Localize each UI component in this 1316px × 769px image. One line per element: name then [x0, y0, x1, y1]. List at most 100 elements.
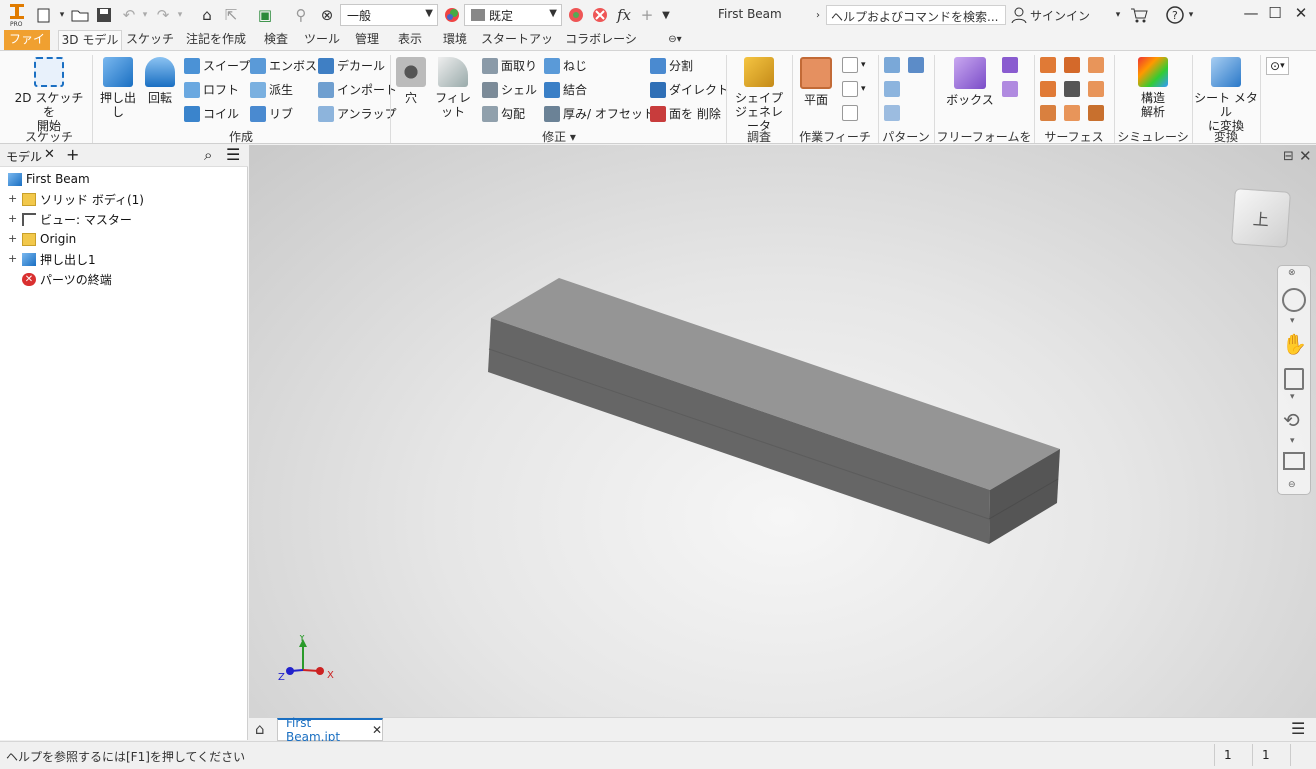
measure-icon[interactable]: ⚲: [290, 5, 312, 25]
tab-view[interactable]: 表示: [392, 30, 428, 50]
box-button[interactable]: ボックス: [944, 57, 996, 107]
select-mode-icon[interactable]: ⇱: [220, 5, 242, 25]
beam-model[interactable]: [249, 145, 1316, 717]
import-button[interactable]: インポート: [318, 81, 397, 98]
menu-icon[interactable]: ☰: [226, 145, 240, 164]
tab-inspect[interactable]: 検査: [258, 30, 294, 50]
tab-manage[interactable]: 管理: [348, 30, 386, 50]
combine-button[interactable]: 結合: [544, 81, 587, 98]
loft-button[interactable]: ロフト: [184, 81, 239, 98]
tree-item-extrusion1[interactable]: 押し出し1: [22, 250, 96, 268]
tab-3d-model[interactable]: 3D モデル: [58, 30, 122, 51]
shell-button[interactable]: シェル: [482, 81, 537, 98]
delete-face-button[interactable]: 面を 削除: [650, 105, 721, 122]
coil-button[interactable]: コイル: [184, 105, 239, 122]
revolve-button[interactable]: 回転: [142, 57, 178, 105]
chamfer-button[interactable]: 面取り: [482, 57, 537, 74]
viewport-layout-icon[interactable]: ⊟: [1283, 149, 1294, 164]
open-folder-icon[interactable]: [70, 5, 90, 25]
navbar-close-icon[interactable]: ⊗: [1288, 268, 1296, 278]
tab-get-started[interactable]: スタートアップ: [480, 30, 554, 65]
material-dropdown[interactable]: 一般 ▼: [340, 4, 438, 26]
repair-button[interactable]: [1040, 105, 1059, 121]
sign-in-button[interactable]: サインイン: [1030, 5, 1090, 25]
appearance-dropdown[interactable]: 既定 ▼: [464, 4, 562, 26]
rib-button[interactable]: リブ: [250, 105, 293, 122]
point-button[interactable]: ▾: [842, 81, 866, 97]
direct-edit-button[interactable]: ダイレクト: [650, 81, 729, 98]
close-button[interactable]: ✕: [1290, 4, 1312, 26]
update-icon[interactable]: ▣: [254, 5, 276, 25]
fillet-button[interactable]: フィレット: [430, 57, 476, 119]
tree-item-part[interactable]: First Beam: [8, 170, 90, 188]
undo-icon[interactable]: ↶: [118, 5, 140, 25]
graphics-viewport[interactable]: Y X Z ⊟ ✕ 上: [249, 145, 1316, 717]
user-icon[interactable]: [1010, 5, 1028, 25]
look-at-icon[interactable]: [1283, 452, 1305, 470]
tab-sketch[interactable]: スケッチ: [126, 30, 174, 50]
viewcube[interactable]: 上: [1231, 188, 1291, 248]
mirror-button[interactable]: [908, 57, 927, 73]
derive-button[interactable]: 派生: [250, 81, 293, 98]
stitch-button[interactable]: [1040, 57, 1059, 73]
rectangular-pattern-button[interactable]: [884, 57, 903, 73]
decal-button[interactable]: デカール: [318, 57, 385, 74]
tab-annotate[interactable]: 注記を作成: [182, 30, 250, 50]
sweep-button[interactable]: スイープ: [184, 57, 250, 74]
chevron-down-icon[interactable]: ▾: [175, 5, 185, 25]
fit-mesh-button[interactable]: [1064, 105, 1083, 121]
app-logo-icon[interactable]: PRO: [6, 4, 28, 27]
tab-tools[interactable]: ツール: [302, 30, 342, 50]
group-label-modify[interactable]: 修正 ▾: [394, 128, 724, 145]
split-button[interactable]: 分割: [650, 57, 693, 74]
viewport-close-icon[interactable]: ✕: [1299, 147, 1312, 165]
stress-analysis-button[interactable]: 構造 解析: [1118, 57, 1188, 119]
steering-wheel-icon[interactable]: [1282, 288, 1306, 312]
shape-generator-button[interactable]: シェイプ ジェネレータ: [730, 57, 788, 133]
search-icon[interactable]: ⌕: [204, 146, 212, 164]
extend-button[interactable]: [1064, 81, 1083, 97]
add-browser-icon[interactable]: +: [66, 145, 79, 164]
ribbon-options-button[interactable]: ⊙ ▾: [1266, 57, 1289, 75]
close-icon[interactable]: ✕: [372, 723, 382, 737]
tree-item-origin[interactable]: Origin: [22, 230, 76, 248]
clear-appearance-icon[interactable]: [590, 5, 610, 25]
expand-plus-icon[interactable]: +: [8, 212, 17, 225]
customize-chevron-icon[interactable]: ▼: [658, 5, 674, 25]
tree-item-view-master[interactable]: ビュー: マスター: [22, 210, 132, 228]
sculpt-button[interactable]: [1064, 57, 1083, 73]
replace-face-button[interactable]: [1088, 81, 1107, 97]
patch-button[interactable]: [1088, 57, 1107, 73]
freeform-convert-button[interactable]: [1002, 81, 1021, 97]
circular-pattern-button[interactable]: [884, 81, 903, 97]
emboss-button[interactable]: エンボス: [250, 57, 317, 74]
convert-sheet-metal-button[interactable]: シート メタル に変換: [1194, 57, 1258, 133]
home-icon[interactable]: ⌂: [196, 5, 218, 25]
chevron-down-icon[interactable]: ▾: [1186, 5, 1196, 25]
ribbon-display-toggle-icon[interactable]: ⊖▾: [662, 30, 688, 50]
tab-file[interactable]: ファイル: [4, 30, 50, 65]
tree-item-solid-bodies[interactable]: ソリッド ボディ(1): [22, 190, 144, 208]
start-2d-sketch-button[interactable]: 2D スケッチを 開始: [10, 57, 88, 133]
unwrap-button[interactable]: アンラップ: [318, 105, 397, 122]
ruled-surface-button[interactable]: [1088, 105, 1107, 121]
expand-plus-icon[interactable]: +: [8, 232, 17, 245]
close-icon[interactable]: ✕: [44, 147, 55, 162]
chevron-down-icon[interactable]: ▾: [1290, 316, 1295, 326]
axis-button[interactable]: ▾: [842, 57, 866, 73]
hole-button[interactable]: 穴: [394, 57, 428, 105]
thicken-offset-button[interactable]: 厚み/ オフセット: [544, 105, 655, 122]
thread-button[interactable]: ねじ: [544, 57, 587, 74]
save-icon[interactable]: [94, 5, 114, 25]
tab-environments[interactable]: 環境: [436, 30, 474, 50]
home-icon[interactable]: ⌂: [255, 720, 265, 738]
chevron-down-icon[interactable]: ▾: [56, 5, 68, 25]
chevron-right-icon[interactable]: ›: [812, 5, 824, 25]
maximize-button[interactable]: ☐: [1264, 4, 1286, 26]
parameters-fx-icon[interactable]: fx: [614, 5, 634, 25]
doc-tab-first-beam[interactable]: First Beam.ipt ✕: [277, 716, 383, 744]
redo-icon[interactable]: ↷: [152, 5, 174, 25]
help-search-input[interactable]: ヘルプおよびコマンドを検索...: [826, 5, 1006, 25]
zoom-icon[interactable]: [1284, 368, 1304, 390]
expand-plus-icon[interactable]: +: [8, 252, 17, 265]
